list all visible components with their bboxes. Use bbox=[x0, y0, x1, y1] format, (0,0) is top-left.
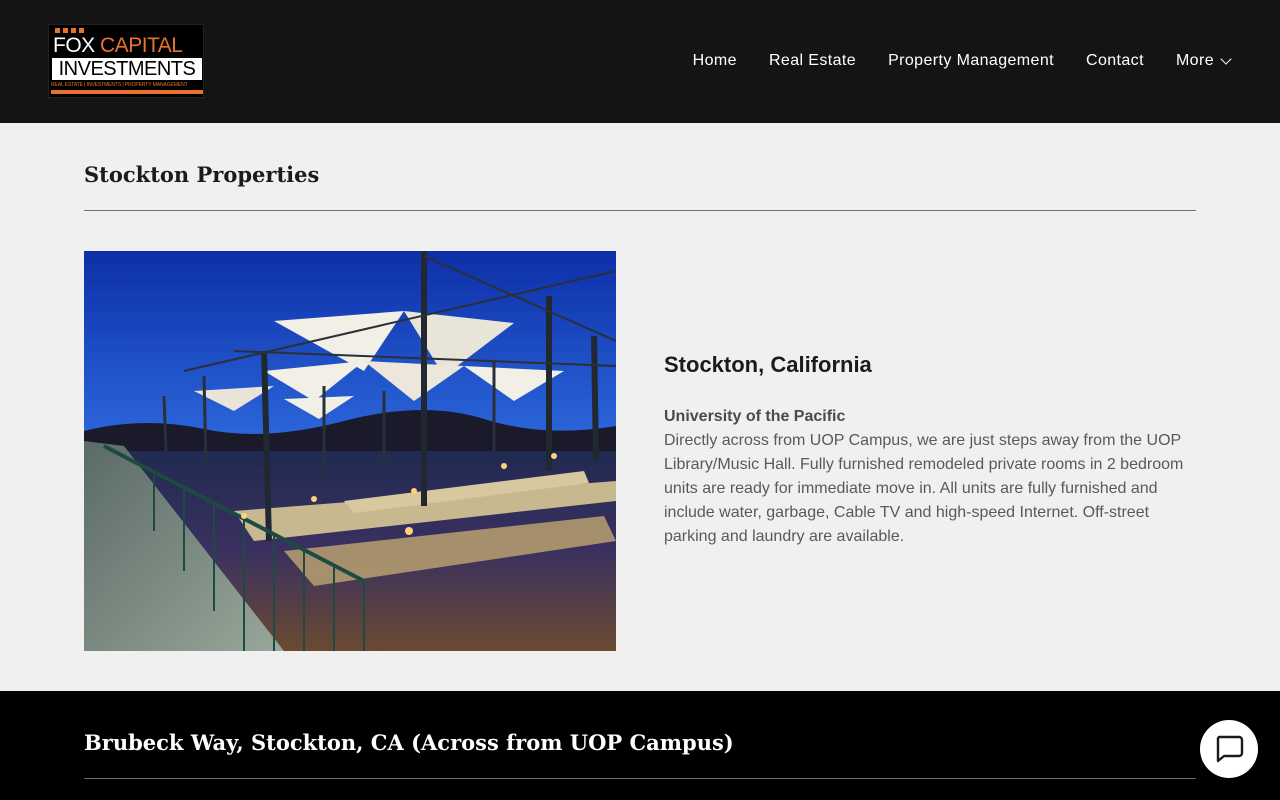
dark-section-title: Brubeck Way, Stockton, CA (Across from U… bbox=[84, 730, 734, 755]
logo-bar bbox=[51, 90, 203, 94]
dark-section-divider bbox=[84, 778, 1196, 779]
location-heading: Stockton, California bbox=[664, 352, 872, 377]
logo-squares bbox=[55, 28, 84, 33]
logo-investments: INVESTMENTS bbox=[52, 58, 202, 80]
logo-tagline: REAL ESTATE | INVESTMENTS | PROPERTY MAN… bbox=[51, 82, 188, 88]
main-nav: Home Real Estate Property Management Con… bbox=[661, 52, 1232, 70]
nav-more-label: More bbox=[1175, 52, 1214, 69]
location-body-text: Directly across from UOP Campus, we are … bbox=[664, 432, 1184, 545]
location-subheading: University of the Pacific bbox=[664, 408, 846, 425]
logo-line1: FOX CAPITAL bbox=[53, 34, 183, 57]
section-divider bbox=[84, 210, 1196, 211]
logo-capital: CAPITAL bbox=[100, 34, 183, 57]
nav-property-management[interactable]: Property Management bbox=[888, 52, 1054, 70]
logo[interactable]: FOX CAPITAL INVESTMENTS REAL ESTATE | IN… bbox=[48, 24, 204, 98]
nav-real-estate[interactable]: Real Estate bbox=[769, 52, 856, 70]
property-photo bbox=[84, 251, 616, 651]
section-title: Stockton Properties bbox=[84, 162, 320, 187]
nav-contact[interactable]: Contact bbox=[1086, 52, 1144, 70]
chat-bubble-icon bbox=[1216, 735, 1244, 763]
chat-button[interactable] bbox=[1200, 720, 1258, 778]
site-header: FOX CAPITAL INVESTMENTS REAL ESTATE | IN… bbox=[0, 0, 1280, 123]
nav-home[interactable]: Home bbox=[693, 52, 737, 70]
nav-more[interactable]: More bbox=[1175, 52, 1232, 70]
location-description: University of the Pacific Directly acros… bbox=[664, 405, 1204, 549]
chevron-down-icon bbox=[1220, 53, 1232, 65]
logo-fox: FOX bbox=[53, 34, 95, 57]
